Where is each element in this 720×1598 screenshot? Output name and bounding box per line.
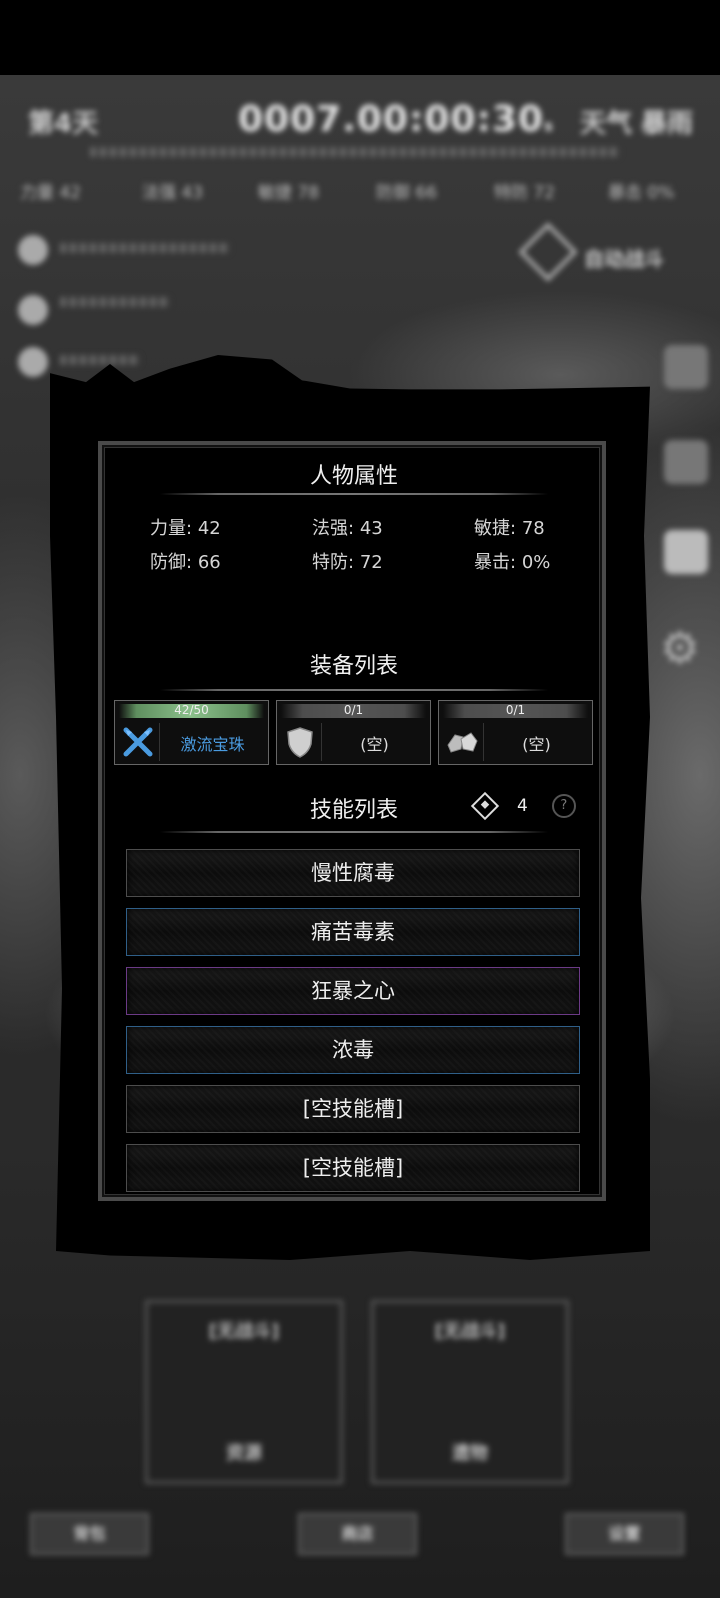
attr-defense: 防御: 66: [150, 552, 221, 573]
skill-slot-2[interactable]: 痛苦毒素: [126, 908, 580, 956]
bag-button[interactable]: 背包: [30, 1513, 149, 1555]
attr-crit: 暴击: 0%: [474, 552, 551, 573]
card-resource[interactable]: [无战斗] 资源: [145, 1300, 343, 1484]
day-label: 第4天: [28, 109, 99, 139]
attr-magic: 法强: 43: [312, 518, 383, 539]
card-label: [无战斗]: [434, 1321, 506, 1342]
stones-icon: [443, 723, 481, 761]
equipment-name: 激流宝珠: [180, 735, 245, 754]
slot-separator: [321, 723, 322, 761]
bg-stat: 敏捷 78: [258, 183, 320, 203]
card-relic[interactable]: [无战斗] 遗物: [371, 1300, 569, 1484]
strength-bar: [60, 297, 170, 307]
skill-slot-4[interactable]: 浓毒: [126, 1026, 580, 1074]
shop-button[interactable]: 商店: [298, 1513, 417, 1555]
bg-stat: 法强 43: [142, 183, 204, 203]
attributes-divider: [160, 493, 548, 495]
skill-points: 4 ?: [470, 791, 576, 821]
equipment-divider: [160, 689, 548, 691]
equipment-name: (空): [522, 735, 551, 754]
side-chat-button[interactable]: [664, 530, 708, 574]
defense-bar: [60, 355, 140, 365]
skill-slot-6[interactable]: [空技能槽]: [126, 1144, 580, 1192]
attributes-title: 人物属性: [309, 464, 398, 489]
equipment-title: 装备列表: [309, 654, 398, 679]
side-menu-button[interactable]: [664, 345, 708, 389]
skills-divider: [160, 831, 548, 833]
bg-stat: 特防 72: [494, 183, 556, 203]
game-clock: 0007.00:00:30s: [238, 99, 554, 140]
top-black-bar: [0, 0, 720, 75]
help-icon[interactable]: ?: [551, 794, 576, 818]
skill-point-count: 4: [517, 796, 528, 816]
auto-battle-label: 自动战斗: [584, 247, 664, 271]
card-label: [无战斗]: [208, 1321, 280, 1342]
health-bar: [60, 243, 230, 253]
bg-stat: 暴击 0%: [608, 183, 675, 203]
equipment-count: 42/50: [174, 703, 209, 717]
equipment-slot-2[interactable]: 0/1 (空): [276, 700, 431, 765]
arm-icon: [18, 295, 48, 325]
skill-slot-5[interactable]: [空技能槽]: [126, 1085, 580, 1133]
shield-icon: [18, 347, 48, 377]
card-name: 资源: [226, 1443, 262, 1464]
equipment-count: 0/1: [343, 703, 364, 717]
equipment-name: (空): [360, 735, 389, 754]
card-name: 遗物: [452, 1443, 488, 1464]
skills-title: 技能列表: [309, 798, 398, 823]
slot-separator: [483, 723, 484, 761]
equipment-slot-3[interactable]: 0/1 (空): [438, 700, 593, 765]
attr-strength: 力量: 42: [150, 518, 221, 539]
attr-agility: 敏捷: 78: [474, 518, 545, 539]
background-divider: [90, 147, 620, 157]
slot-separator: [159, 723, 160, 761]
equipment-count: 0/1: [505, 703, 526, 717]
attr-resist: 特防: 72: [312, 552, 383, 573]
weather-label: 天气 暴雨: [580, 109, 694, 139]
skill-slot-3[interactable]: 狂暴之心: [126, 967, 580, 1015]
skill-slot-1[interactable]: 慢性腐毒: [126, 849, 580, 897]
auto-battle-icon: [518, 222, 578, 282]
bg-stat: 防御 66: [376, 183, 438, 203]
bg-stat: 力量 42: [20, 183, 82, 203]
settings-button[interactable]: 设置: [565, 1513, 684, 1555]
equipment-slot-1[interactable]: 42/50 激流宝珠: [114, 700, 269, 765]
skill-point-icon: [470, 791, 500, 821]
heart-icon: [18, 235, 48, 265]
shield-icon: [281, 723, 319, 761]
crossed-swords-icon: [119, 723, 157, 761]
